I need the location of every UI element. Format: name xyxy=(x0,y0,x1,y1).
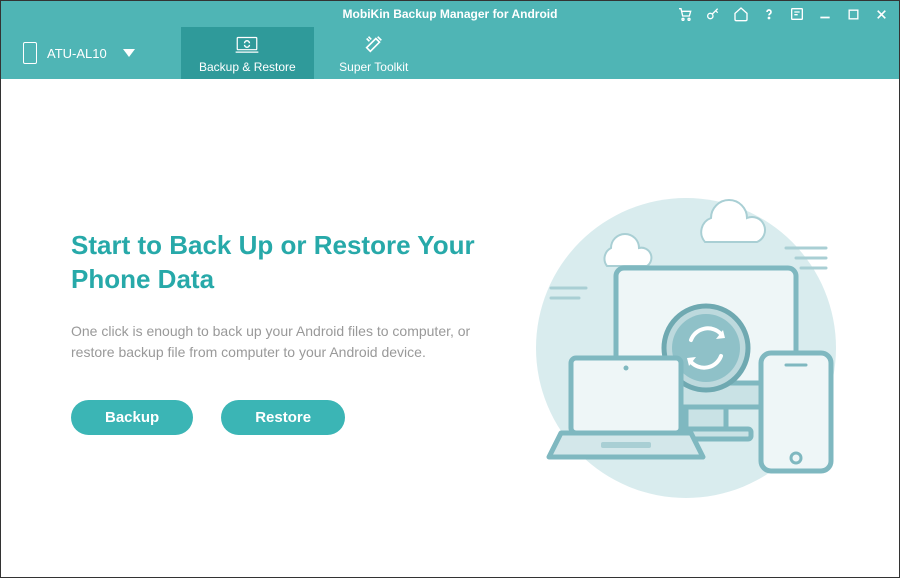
main-content: Start to Back Up or Restore Your Phone D… xyxy=(1,79,899,577)
help-icon[interactable] xyxy=(761,6,777,22)
device-selector[interactable]: ATU-AL10 xyxy=(1,27,181,79)
home-icon[interactable] xyxy=(733,6,749,22)
toolkit-icon xyxy=(362,33,386,58)
tab-label: Super Toolkit xyxy=(339,60,408,74)
action-buttons: Backup Restore xyxy=(71,400,501,435)
titlebar-controls xyxy=(677,1,889,27)
page-subtext: One click is enough to back up your Andr… xyxy=(71,321,471,364)
app-title: MobiKin Backup Manager for Android xyxy=(343,7,558,21)
phone-icon xyxy=(23,42,37,64)
tab-label: Backup & Restore xyxy=(199,60,296,74)
titlebar: MobiKin Backup Manager for Android xyxy=(1,1,899,27)
restore-button[interactable]: Restore xyxy=(221,400,345,435)
device-name-label: ATU-AL10 xyxy=(47,46,107,61)
tab-backup-restore[interactable]: Backup & Restore xyxy=(181,27,314,79)
tab-super-toolkit[interactable]: Super Toolkit xyxy=(314,27,434,79)
illustration-pane xyxy=(501,139,861,537)
backup-restore-icon xyxy=(234,33,260,58)
page-headline: Start to Back Up or Restore Your Phone D… xyxy=(71,229,501,297)
minimize-icon[interactable] xyxy=(817,6,833,22)
close-icon[interactable] xyxy=(873,6,889,22)
cart-icon[interactable] xyxy=(677,6,693,22)
key-icon[interactable] xyxy=(705,6,721,22)
feedback-icon[interactable] xyxy=(789,6,805,22)
menubar: ATU-AL10 Backup & Restore Super Toolkit xyxy=(1,27,899,79)
maximize-icon[interactable] xyxy=(845,6,861,22)
chevron-down-icon xyxy=(123,49,135,57)
devices-illustration xyxy=(501,158,861,518)
left-pane: Start to Back Up or Restore Your Phone D… xyxy=(71,139,501,537)
backup-button[interactable]: Backup xyxy=(71,400,193,435)
